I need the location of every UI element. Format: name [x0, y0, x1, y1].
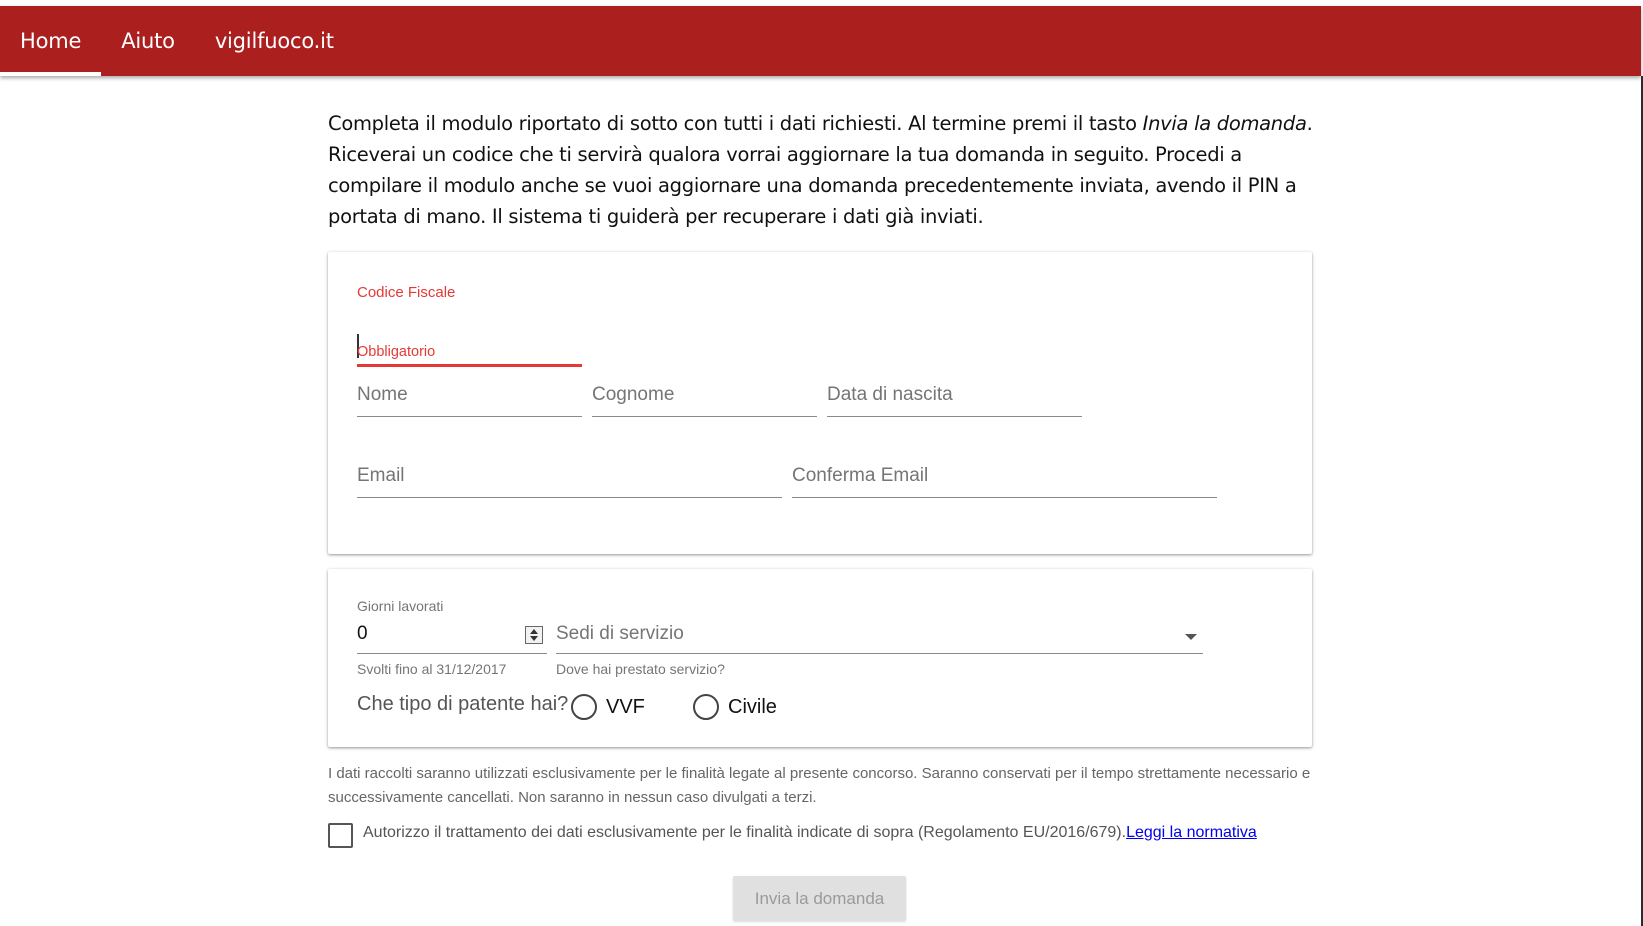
intro-part-1: Completa il modulo riportato di sotto co… — [328, 112, 1143, 135]
chevron-down-icon — [1185, 634, 1197, 640]
cognome-input[interactable]: Cognome — [592, 384, 817, 417]
intro-emphasis: Invia la domanda — [1142, 112, 1307, 135]
sedi-servizio-select[interactable]: Sedi di servizio — [556, 621, 1203, 654]
radio-civile-label[interactable]: Civile — [728, 696, 777, 719]
codice-fiscale-field[interactable]: Codice Fiscale — [357, 284, 582, 374]
giorni-lavorati-underline — [357, 653, 547, 654]
sedi-servizio-placeholder: Sedi di servizio — [556, 623, 684, 644]
conferma-email-underline — [792, 497, 1217, 498]
top-navbar: Home Aiuto vigilfuoco.it — [0, 6, 1641, 76]
giorni-lavorati-input[interactable]: 0 — [357, 621, 547, 654]
personal-data-card: Codice Fiscale Obbligatorio Nome Cognome… — [328, 252, 1312, 554]
codice-fiscale-error: Obbligatorio — [357, 344, 436, 360]
nome-placeholder: Nome — [357, 384, 408, 405]
nav-home[interactable]: Home — [0, 6, 102, 76]
nav-aiuto[interactable]: Aiuto — [101, 6, 195, 76]
cognome-underline — [592, 416, 817, 417]
sedi-servizio-helper: Dove hai prestato servizio? — [556, 661, 725, 677]
radio-vvf[interactable] — [571, 694, 597, 720]
email-underline — [357, 497, 782, 498]
data-nascita-input[interactable]: Data di nascita — [827, 384, 1082, 417]
conferma-email-placeholder: Conferma Email — [792, 465, 929, 486]
sedi-servizio-underline — [556, 653, 1203, 654]
number-spinner-icon[interactable] — [525, 626, 543, 644]
normativa-link[interactable]: Leggi la normativa — [1126, 824, 1257, 841]
consent-label: Autorizzo il trattamento dei dati esclus… — [363, 824, 1257, 842]
consent-checkbox[interactable] — [328, 823, 353, 848]
email-input[interactable]: Email — [357, 465, 782, 498]
cognome-placeholder: Cognome — [592, 384, 675, 405]
intro-text: Completa il modulo riportato di sotto co… — [328, 108, 1318, 232]
nav-vigilfuoco[interactable]: vigilfuoco.it — [195, 6, 354, 76]
submit-button[interactable]: Invia la domanda — [733, 876, 906, 921]
service-data-card: Giorni lavorati 0 Svolti fino al 31/12/2… — [328, 569, 1312, 747]
email-placeholder: Email — [357, 465, 405, 486]
radio-vvf-label[interactable]: VVF — [606, 696, 645, 719]
codice-fiscale-label: Codice Fiscale — [357, 284, 456, 301]
nome-underline — [357, 416, 582, 417]
radio-civile[interactable] — [693, 694, 719, 720]
consent-text: Autorizzo il trattamento dei dati esclus… — [363, 824, 1127, 841]
nome-input[interactable]: Nome — [357, 384, 582, 417]
patente-question: Che tipo di patente hai? — [357, 693, 569, 715]
data-nascita-underline — [827, 416, 1082, 417]
giorni-lavorati-helper: Svolti fino al 31/12/2017 — [357, 661, 507, 677]
giorni-lavorati-value: 0 — [357, 623, 368, 644]
privacy-notice: I dati raccolti saranno utilizzati esclu… — [328, 765, 1311, 806]
codice-fiscale-underline — [357, 364, 582, 367]
conferma-email-input[interactable]: Conferma Email — [792, 465, 1217, 498]
giorni-lavorati-label: Giorni lavorati — [357, 598, 444, 614]
data-nascita-placeholder: Data di nascita — [827, 384, 953, 405]
